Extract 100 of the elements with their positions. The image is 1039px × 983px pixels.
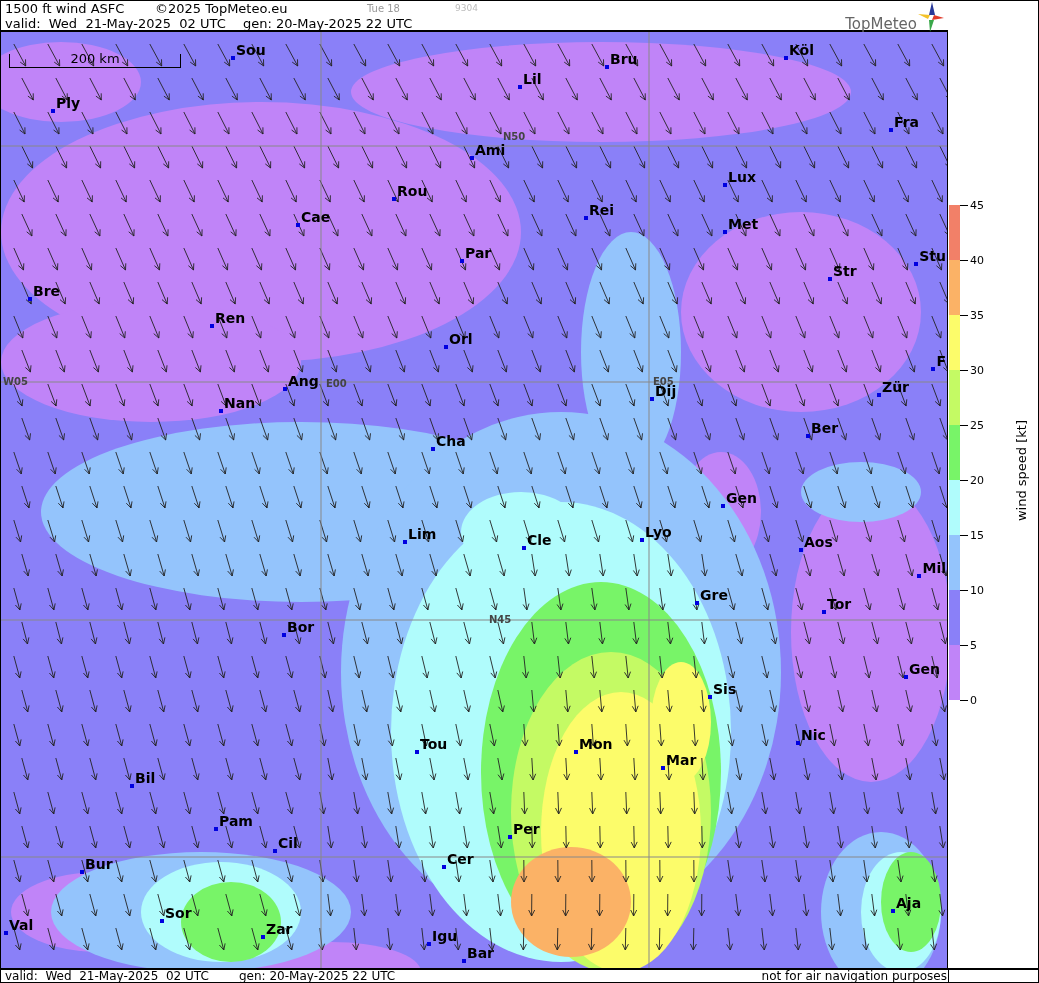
- city-label: Ang: [288, 374, 319, 389]
- legend-tick-label: 5: [970, 638, 977, 652]
- city-marker: [282, 633, 286, 637]
- city-marker: [904, 675, 908, 679]
- valid-time-text: valid: Wed 21-May-2025 02 UTC: [4, 970, 210, 982]
- city-marker: [828, 277, 832, 281]
- city-label: Met: [728, 217, 759, 232]
- city-label: Rou: [397, 184, 428, 199]
- city-marker: [470, 156, 474, 160]
- city-label: Mon: [579, 737, 613, 752]
- city-label: Ply: [56, 96, 81, 111]
- city-marker: [914, 262, 919, 266]
- city-label: Bru: [610, 52, 638, 67]
- city-marker: [431, 447, 435, 451]
- map-title: 1500 ft wind ASFC: [5, 1, 126, 16]
- city-label: Lim: [408, 527, 437, 542]
- city-marker: [415, 750, 419, 754]
- city-label: Rei: [589, 203, 615, 218]
- city-marker: [605, 65, 609, 69]
- city-marker: [806, 434, 810, 438]
- city-label: Cle: [527, 533, 552, 548]
- city-label: Fra: [894, 115, 920, 130]
- city-label: Bre: [33, 284, 61, 299]
- city-marker: [877, 393, 881, 397]
- city-label: F: [936, 354, 946, 369]
- city-marker: [650, 397, 654, 401]
- city-label: Ren: [215, 311, 246, 326]
- city-marker: [214, 827, 218, 831]
- city-label: Lyo: [645, 525, 672, 540]
- legend-tick-label: 0: [970, 693, 977, 707]
- legend-tick-label: 15: [970, 528, 984, 542]
- city-label: Zür: [882, 380, 910, 395]
- city-marker: [160, 919, 164, 923]
- scale-bar: 200 km: [9, 54, 181, 68]
- city-label: Gen: [909, 662, 940, 677]
- legend-tick-label: 30: [970, 363, 984, 377]
- city-label: Cer: [447, 852, 474, 867]
- city-marker: [219, 409, 223, 413]
- city-label: Mil: [922, 561, 946, 576]
- city-label: Igu: [432, 929, 458, 944]
- city-label: Per: [513, 822, 540, 837]
- legend-tick-label: 35: [970, 308, 984, 322]
- city-label: Lil: [523, 72, 542, 87]
- city-marker: [80, 870, 84, 874]
- city-label: Str: [833, 264, 857, 279]
- city-marker: [917, 574, 922, 578]
- logo-text: TopMeteo: [845, 16, 917, 32]
- city-marker: [695, 601, 699, 605]
- city-label: Mar: [666, 753, 697, 768]
- city-label: Val: [9, 918, 34, 933]
- city-marker: [392, 197, 396, 201]
- city-label: Orl: [449, 332, 473, 347]
- city-label: Gen: [726, 491, 757, 506]
- city-label: Bar: [467, 946, 495, 961]
- city-marker: [51, 109, 55, 113]
- city-label: Gre: [700, 588, 728, 603]
- city-label: Dij: [655, 384, 677, 399]
- compass-star-icon: [918, 2, 944, 32]
- city-marker: [931, 367, 936, 371]
- city-label: Sis: [713, 682, 737, 697]
- legend-tick-label: 40: [970, 253, 984, 267]
- city-marker: [822, 610, 826, 614]
- city-label: Nan: [224, 396, 256, 411]
- city-marker: [4, 931, 8, 935]
- city-label: Nic: [801, 728, 826, 743]
- city-marker: [518, 85, 522, 89]
- city-label: Cil: [278, 836, 298, 851]
- city-marker: [889, 128, 893, 132]
- city-marker: [574, 750, 578, 754]
- city-marker: [460, 259, 464, 263]
- city-marker: [273, 849, 277, 853]
- city-marker: [427, 942, 431, 946]
- grid-label: E00: [326, 378, 347, 389]
- city-marker: [584, 216, 588, 220]
- city-label: Lux: [728, 170, 756, 185]
- city-label: Pam: [219, 814, 253, 829]
- legend-tick-label: 10: [970, 583, 984, 597]
- legend-tick-label: 25: [970, 418, 984, 432]
- city-marker: [296, 223, 300, 227]
- city-marker: [640, 538, 644, 542]
- city-marker: [210, 324, 214, 328]
- city-label: Tou: [420, 737, 448, 752]
- city-label: Tor: [827, 597, 852, 612]
- city-marker: [708, 695, 712, 699]
- city-marker: [661, 766, 665, 770]
- city-label: Stu: [919, 249, 946, 264]
- generated-time-text: gen: 20-May-2025 22 UTC: [239, 970, 397, 982]
- legend-title: wind speed [kt]: [1014, 420, 1029, 522]
- city-marker: [891, 909, 895, 913]
- city-marker: [462, 959, 466, 963]
- city-label: Aos: [804, 535, 833, 550]
- city-label: Par: [465, 246, 492, 261]
- city-label: Bur: [85, 857, 113, 872]
- city-label: Ber: [811, 421, 839, 436]
- city-label: Köl: [789, 43, 815, 58]
- city-marker: [784, 56, 788, 60]
- disclaimer-text: not for air navigation purposes: [758, 970, 949, 982]
- day-label: Tue 18: [367, 2, 401, 16]
- city-label: Ami: [475, 143, 506, 158]
- grid-label: N50: [503, 131, 526, 142]
